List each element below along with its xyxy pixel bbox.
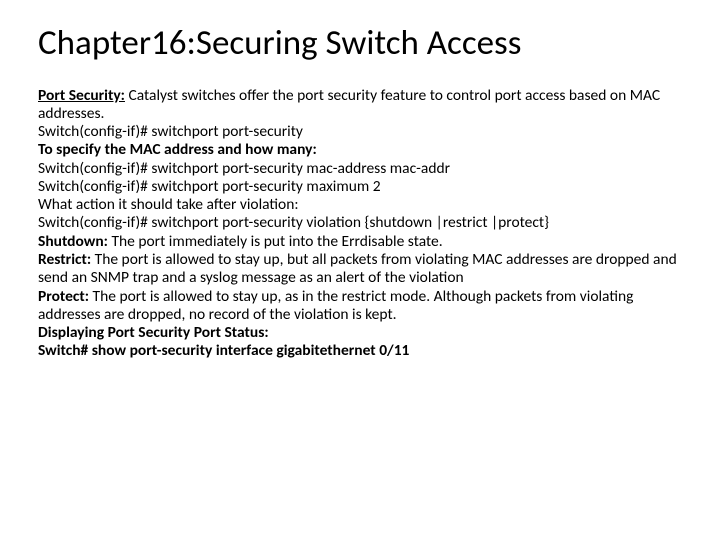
line-cmd-macaddr: Switch(config-if)# switchport port-secur… bbox=[38, 160, 682, 178]
line-display-heading: Displaying Port Security Port Status: bbox=[38, 324, 682, 342]
line-cmd-enable: Switch(config-if)# switchport port-secur… bbox=[38, 123, 682, 141]
text-port-security: Catalyst switches offer the port securit… bbox=[38, 86, 660, 123]
slide: Chapter16:Securing Switch Access Port Se… bbox=[0, 0, 720, 540]
text-protect: The port is allowed to stay up, as in th… bbox=[38, 287, 633, 324]
label-shutdown: Shutdown: bbox=[38, 232, 108, 251]
line-violation-heading: What action it should take after violati… bbox=[38, 196, 682, 214]
label-port-security: Port Security: bbox=[38, 86, 125, 105]
slide-body: Port Security: Catalyst switches offer t… bbox=[38, 87, 682, 361]
text-restrict: The port is allowed to stay up, but all … bbox=[38, 250, 677, 287]
label-protect: Protect: bbox=[38, 287, 89, 306]
slide-title: Chapter16:Securing Switch Access bbox=[38, 24, 682, 63]
label-restrict: Restrict: bbox=[38, 250, 91, 269]
line-cmd-violation: Switch(config-if)# switchport port-secur… bbox=[38, 214, 682, 232]
text-shutdown: The port immediately is put into the Err… bbox=[108, 232, 443, 251]
line-specify-heading: To specify the MAC address and how many: bbox=[38, 141, 682, 159]
line-cmd-maximum: Switch(config-if)# switchport port-secur… bbox=[38, 178, 682, 196]
line-restrict: Restrict: The port is allowed to stay up… bbox=[38, 251, 682, 288]
line-cmd-show: Switch# show port-security interface gig… bbox=[38, 342, 682, 360]
line-shutdown: Shutdown: The port immediately is put in… bbox=[38, 233, 682, 251]
line-port-security: Port Security: Catalyst switches offer t… bbox=[38, 87, 682, 124]
line-protect: Protect: The port is allowed to stay up,… bbox=[38, 288, 682, 325]
